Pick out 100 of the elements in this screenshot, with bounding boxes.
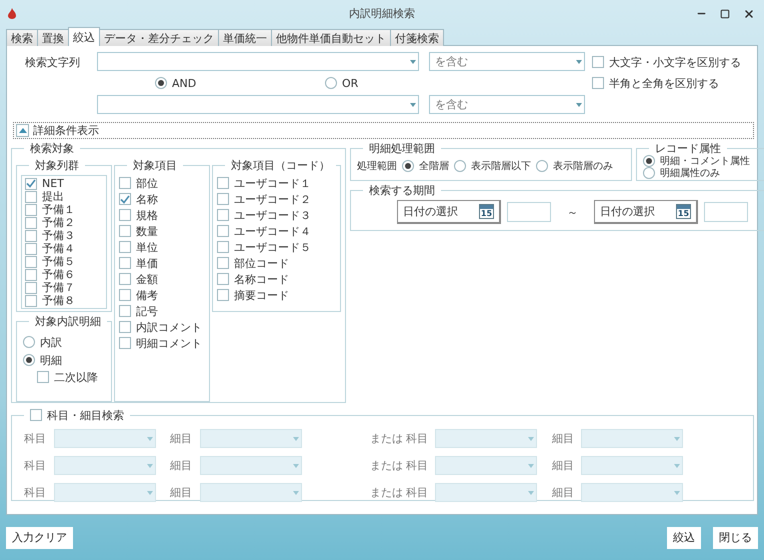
checkbox-label: 予備６ xyxy=(42,267,75,282)
subject-dropdown[interactable] xyxy=(435,429,537,448)
checkbox-label: 二次以降 xyxy=(54,370,98,384)
checkbox[interactable] xyxy=(217,273,229,285)
checkbox[interactable] xyxy=(119,273,131,285)
checkbox[interactable] xyxy=(30,409,42,421)
field-label: 科目 xyxy=(406,458,429,473)
group-title: 検索対象 xyxy=(29,141,75,156)
radio-button[interactable] xyxy=(23,336,35,348)
checkbox[interactable] xyxy=(25,242,37,254)
checkbox[interactable] xyxy=(119,177,131,189)
range-separator: ～ xyxy=(566,204,579,220)
radio-label: 内訳 xyxy=(40,334,62,350)
checkbox[interactable] xyxy=(119,289,131,301)
caret-icon xyxy=(674,436,680,440)
search-dropdown[interactable] xyxy=(97,52,419,71)
checkbox[interactable] xyxy=(25,216,37,228)
time-field[interactable] xyxy=(704,202,748,222)
caret-icon xyxy=(576,102,582,106)
checkbox[interactable] xyxy=(25,294,37,306)
group-title: 対象内訳明細 xyxy=(34,314,102,329)
toggle-button[interactable] xyxy=(16,124,29,137)
checkbox[interactable] xyxy=(119,337,131,349)
tab[interactable]: 単価統一 xyxy=(218,29,272,46)
detail-dropdown[interactable] xyxy=(581,456,683,475)
tab[interactable]: 検索 xyxy=(6,29,38,46)
detail-dropdown[interactable] xyxy=(200,429,302,448)
checkbox-label: 内訳コメント xyxy=(136,320,202,334)
calendar-icon: 15 xyxy=(479,204,494,219)
radio-button[interactable] xyxy=(402,160,414,172)
group-title: 対象項目（コード） xyxy=(230,158,331,173)
time-field[interactable] xyxy=(507,202,551,222)
checkbox-label: 半角と全角を区別する xyxy=(609,76,719,90)
filter-button[interactable]: 絞込 xyxy=(667,526,701,548)
checkbox[interactable] xyxy=(119,193,131,205)
caret-icon xyxy=(410,60,416,64)
checkbox[interactable] xyxy=(217,289,229,301)
subject-dropdown[interactable] xyxy=(435,456,537,475)
tab[interactable]: 絞込 xyxy=(68,27,100,46)
checkbox[interactable] xyxy=(217,241,229,253)
checkbox-label: 摘要コード xyxy=(234,288,289,302)
clear-button[interactable]: 入力クリア xyxy=(6,526,73,548)
checkbox[interactable] xyxy=(119,225,131,237)
checkbox-label: 予備５ xyxy=(42,254,75,269)
checkbox[interactable] xyxy=(119,241,131,253)
details-toggle-bar[interactable]: 詳細条件表示 xyxy=(13,122,754,139)
date-picker[interactable]: 日付の選択 15 xyxy=(397,200,501,224)
subject-dropdown[interactable] xyxy=(54,429,156,448)
detail-dropdown[interactable] xyxy=(200,483,302,502)
tab[interactable]: 付箋検索 xyxy=(390,29,444,46)
checkbox[interactable] xyxy=(25,190,37,202)
checkbox[interactable] xyxy=(119,305,131,317)
checkbox[interactable] xyxy=(25,256,37,268)
checkbox[interactable] xyxy=(25,268,37,280)
close-button[interactable]: 閉じる xyxy=(713,526,758,548)
checkbox[interactable] xyxy=(217,225,229,237)
checkbox-label: 部位コード xyxy=(234,256,289,270)
checkbox[interactable] xyxy=(217,209,229,221)
checkbox[interactable] xyxy=(217,257,229,269)
match-dropdown[interactable]: を含む xyxy=(429,52,585,71)
tab[interactable]: 置換 xyxy=(37,29,69,46)
detail-dropdown[interactable] xyxy=(581,483,683,502)
checkbox[interactable] xyxy=(25,282,37,294)
subject-dropdown[interactable] xyxy=(54,456,156,475)
radio-button[interactable] xyxy=(155,77,167,89)
tab[interactable]: データ・差分チェック xyxy=(99,29,219,46)
radio-button[interactable] xyxy=(23,354,35,366)
radio-button[interactable] xyxy=(325,77,337,89)
checkbox[interactable] xyxy=(25,178,37,190)
checkbox-label: 記号 xyxy=(136,304,158,318)
checkbox[interactable] xyxy=(37,371,49,383)
checkbox[interactable] xyxy=(592,77,604,89)
checkbox[interactable] xyxy=(592,56,604,68)
date-picker[interactable]: 日付の選択 15 xyxy=(594,200,698,224)
checkbox[interactable] xyxy=(25,204,37,216)
checkbox-label: ユーザコード４ xyxy=(234,224,311,238)
checkbox[interactable] xyxy=(217,177,229,189)
detail-dropdown[interactable] xyxy=(581,429,683,448)
checkbox-label: 明細コメント xyxy=(136,336,202,350)
radio-button[interactable] xyxy=(643,167,655,179)
checkbox[interactable] xyxy=(25,230,37,242)
radio-label: OR xyxy=(342,76,358,90)
match-dropdown[interactable]: を含む xyxy=(429,95,585,114)
checkbox[interactable] xyxy=(119,209,131,221)
subject-dropdown[interactable] xyxy=(435,483,537,502)
radio-button[interactable] xyxy=(643,155,655,167)
maximize-icon[interactable] xyxy=(718,6,732,20)
caret-icon xyxy=(528,436,534,440)
checkbox[interactable] xyxy=(119,257,131,269)
subject-dropdown[interactable] xyxy=(54,483,156,502)
radio-button[interactable] xyxy=(454,160,466,172)
checkbox-label: ユーザコード１ xyxy=(234,176,311,190)
field-label: または xyxy=(370,458,404,473)
radio-button[interactable] xyxy=(536,160,548,172)
search-dropdown[interactable] xyxy=(97,95,419,114)
detail-dropdown[interactable] xyxy=(200,456,302,475)
tab[interactable]: 他物件単価自動セット xyxy=(271,29,391,46)
checkbox[interactable] xyxy=(119,321,131,333)
checkbox-label: 予備８ xyxy=(42,293,75,308)
checkbox[interactable] xyxy=(217,193,229,205)
